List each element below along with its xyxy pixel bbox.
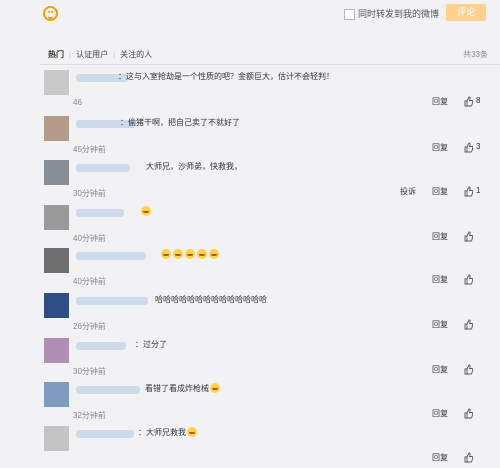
avatar[interactable] [44,205,69,230]
emoji-icon [173,249,183,259]
avatar[interactable] [44,116,69,141]
thumbs-up-icon[interactable] [464,317,474,330]
reply-link[interactable]: 回复 [432,274,448,285]
reply-link[interactable]: 回复 [432,186,448,197]
compose-toolbar: 同时转发到我的微博 评论 [0,0,500,30]
comment-text: ：大师兄救我 [138,427,198,438]
comment-text-content: 看错了看成炸枪械 [145,384,209,393]
comment-text-content: 大师兄，沙师弟，快救我， [146,162,242,171]
reply-link[interactable]: 回复 [432,96,448,107]
sort-tabs: 热门 | 认证用户 | 关注的人 [48,49,157,60]
comment-item: ：大师兄救我回复 [0,426,500,466]
like-count: 1 [476,186,481,195]
tab-following[interactable]: 关注的人 [115,49,157,60]
comment-item: ：偷猪干啊，把自己卖了不就好了 45分钟前 回复 3 [0,116,500,156]
like-count: 8 [476,96,481,105]
username-blurred[interactable] [76,386,140,394]
thumbs-up-icon[interactable] [464,272,474,285]
username-blurred[interactable] [76,297,148,305]
total-comment-count: 共33条 [463,50,488,59]
comment-text-content: ：大师兄救我 [138,428,186,437]
comment-item: 大师兄，沙师弟，快救我， 30分钟前 投诉 回复 1 [0,160,500,200]
comment-button[interactable]: 评论 [446,4,486,21]
comment-time: 30分钟前 [73,189,106,198]
emoji-icon [141,206,151,216]
divider [40,64,500,65]
thumbs-up-icon[interactable] [464,94,474,107]
thumbs-up-icon[interactable] [464,406,474,419]
thumbs-up-icon[interactable] [464,184,474,197]
reply-link[interactable]: 回复 [432,452,448,463]
comment-text-content: ：过分了 [135,340,167,349]
comment-item: 40分钟前 回复 [0,205,500,245]
avatar[interactable] [44,248,69,273]
tab-hot[interactable]: 热门 [48,49,69,60]
comment-item: ：这与入室抢劫是一个性质的吧？金额巨大，估计不会轻判！ 46 回复 8 [0,70,500,110]
emoji-icon [210,383,220,393]
reply-link[interactable]: 回复 [432,319,448,330]
username-blurred[interactable] [76,342,126,350]
reply-link[interactable]: 回复 [432,364,448,375]
emoji-icon [161,249,171,259]
username-blurred[interactable] [76,209,124,217]
emoji-icon [209,249,219,259]
username-blurred[interactable] [76,430,134,438]
comment-item: 40分钟前 回复 [0,248,500,288]
comment-time: 32分钟前 [73,411,106,420]
reply-link[interactable]: 回复 [432,142,448,153]
avatar[interactable] [44,426,69,451]
avatar[interactable] [44,293,69,318]
report-link[interactable]: 投诉 [400,186,416,197]
emoji-icon [185,249,195,259]
comment-time: 40分钟前 [73,234,106,243]
thumbs-up-icon[interactable] [464,140,474,153]
comment-text [160,249,220,259]
reply-link[interactable]: 回复 [432,408,448,419]
comment-text [140,206,152,216]
comment-time: 40分钟前 [73,277,106,286]
smiley-icon[interactable] [43,6,58,21]
emoji-icon [197,249,207,259]
avatar[interactable] [44,338,69,363]
comment-text-content: ：这与入室抢劫是一个性质的吧？金额巨大，估计不会轻判！ [118,72,334,81]
thumbs-up-icon[interactable] [464,450,474,463]
avatar[interactable] [44,160,69,185]
comment-item: 看错了看成炸枪械 32分钟前 回复 [0,382,500,422]
username-blurred[interactable] [76,252,146,260]
thumbs-up-icon[interactable] [464,229,474,242]
comment-text: 哈哈哈哈哈哈哈哈哈哈哈哈哈哈 [155,294,267,305]
comment-text-content: 哈哈哈哈哈哈哈哈哈哈哈哈哈哈 [155,295,267,304]
emoji-icon [187,427,197,437]
repost-checkbox[interactable] [344,9,355,20]
comment-text: 大师兄，沙师弟，快救我， [146,161,242,172]
comment-text: ：这与入室抢劫是一个性质的吧？金额巨大，估计不会轻判！ [118,71,334,82]
comment-text: 看错了看成炸枪械 [145,383,221,394]
comment-item: ：过分了 30分钟前 回复 [0,338,500,378]
comment-time: 30分钟前 [73,367,106,376]
reply-link[interactable]: 回复 [432,231,448,242]
comment-text: ：过分了 [135,339,167,350]
username-blurred[interactable] [76,164,130,172]
avatar[interactable] [44,70,69,95]
comment-text: ：偷猪干啊，把自己卖了不就好了 [120,117,240,128]
comment-time: 46 [73,98,82,107]
thumbs-up-icon[interactable] [464,362,474,375]
repost-label: 同时转发到我的微博 [358,9,440,19]
comment-time: 26分钟前 [73,322,106,331]
avatar[interactable] [44,382,69,407]
comment-item: 哈哈哈哈哈哈哈哈哈哈哈哈哈哈 26分钟前 回复 [0,293,500,333]
comment-text-content: ：偷猪干啊，把自己卖了不就好了 [120,118,240,127]
like-count: 3 [476,142,481,151]
comment-time: 45分钟前 [73,145,106,154]
tab-verified-users[interactable]: 认证用户 [71,49,113,60]
